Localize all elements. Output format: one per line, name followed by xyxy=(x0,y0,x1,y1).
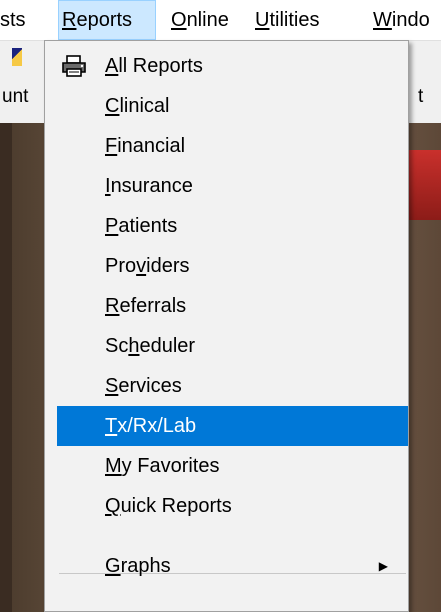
background-left-edge xyxy=(0,123,12,612)
label-pre: Pro xyxy=(105,255,137,277)
menu-item-label: Tx/Rx/Lab xyxy=(105,406,196,446)
menu-utilities-rest: tilities xyxy=(269,9,320,31)
menu-item-my-favorites[interactable]: My Favorites xyxy=(57,446,408,486)
label-rest: eferrals xyxy=(119,295,187,317)
menu-item-label: My Favorites xyxy=(105,446,219,486)
menu-online-accel: O xyxy=(171,9,187,31)
accel-key: S xyxy=(105,375,119,397)
label-rest: atients xyxy=(118,215,178,237)
menu-reports-accel: R xyxy=(62,9,77,31)
menu-item-label: Referrals xyxy=(105,286,186,326)
menu-item-financial[interactable]: Financial xyxy=(57,126,408,166)
label-rest: ervices xyxy=(118,375,182,397)
menu-item-services[interactable]: Services xyxy=(57,366,408,406)
menu-item-label: Insurance xyxy=(105,166,193,206)
menu-item-referrals[interactable]: Referrals xyxy=(57,286,408,326)
menu-utilities-accel: U xyxy=(255,9,270,31)
toolbar-tool-icon[interactable] xyxy=(12,48,22,66)
menu-item-insurance[interactable]: Insurance xyxy=(57,166,408,206)
label-rest: iders xyxy=(146,255,190,277)
menu-lists[interactable]: sts xyxy=(0,0,26,40)
menu-reports-rest: eports xyxy=(76,9,133,31)
label-pre: Sc xyxy=(105,335,129,357)
menu-item-quick-reports[interactable]: Quick Reports xyxy=(57,486,408,526)
label-rest: eduler xyxy=(139,335,196,357)
menu-item-label: Graphs xyxy=(105,546,171,586)
printer-icon xyxy=(62,55,86,77)
menu-item-providers[interactable]: Providers xyxy=(57,246,408,286)
menu-utilities[interactable]: Utilities xyxy=(255,0,319,40)
label-rest: raphs xyxy=(120,555,171,577)
menu-window[interactable]: Windo xyxy=(373,0,430,40)
label-rest: nsurance xyxy=(110,175,193,197)
accel-key: v xyxy=(136,255,147,277)
menu-window-accel: W xyxy=(373,9,392,31)
accel-key: P xyxy=(105,215,119,237)
screen: sts Reports Online Utilities Windo unt t xyxy=(0,0,441,612)
menu-item-label: Patients xyxy=(105,206,177,246)
menu-item-label: Quick Reports xyxy=(105,486,232,526)
menu-item-all-reports[interactable]: All Reports xyxy=(57,46,408,86)
menu-item-label: All Reports xyxy=(105,46,203,86)
menu-item-label: Financial xyxy=(105,126,185,166)
label-rest: inancial xyxy=(117,135,186,157)
label-rest: y Favorites xyxy=(121,455,220,477)
accel-key: M xyxy=(105,455,122,477)
accel-key: h xyxy=(128,335,140,357)
menu-item-label: Clinical xyxy=(105,86,169,126)
menu-item-tx-rx-lab[interactable]: Tx/Rx/Lab xyxy=(57,406,408,446)
menu-item-graphs[interactable]: Graphs ▶ xyxy=(57,546,408,586)
label-rest: ll Reports xyxy=(118,55,203,77)
accel-key: Q xyxy=(105,495,121,517)
menu-item-label: Scheduler xyxy=(105,326,195,366)
accel-key: R xyxy=(105,295,120,317)
label-rest: linical xyxy=(119,95,170,117)
menu-item-label: Services xyxy=(105,366,182,406)
toolbar-right-label[interactable]: t xyxy=(418,86,423,108)
background-red-sign xyxy=(408,150,441,220)
menu-online-rest: nline xyxy=(186,9,229,31)
menu-bar: sts Reports Online Utilities Windo xyxy=(0,0,441,41)
menu-online[interactable]: Online xyxy=(171,0,229,40)
accel-key: C xyxy=(105,95,120,117)
menu-item-scheduler[interactable]: Scheduler xyxy=(57,326,408,366)
accel-key: T xyxy=(105,415,118,437)
menu-item-clinical[interactable]: Clinical xyxy=(57,86,408,126)
submenu-arrow-icon: ▶ xyxy=(378,559,388,573)
accel-key: A xyxy=(105,55,119,77)
toolbar-account-label[interactable]: unt xyxy=(2,86,28,108)
accel-key: G xyxy=(105,555,121,577)
label-rest: uick Reports xyxy=(120,495,232,517)
menu-lists-label: sts xyxy=(0,9,26,31)
menu-item-label: Providers xyxy=(105,246,189,286)
menu-reports[interactable]: Reports xyxy=(58,0,156,40)
menu-item-patients[interactable]: Patients xyxy=(57,206,408,246)
label-rest: x/Rx/Lab xyxy=(117,415,197,437)
reports-dropdown-menu: All Reports Clinical Financial Insurance… xyxy=(44,40,409,612)
menu-window-rest: indo xyxy=(391,9,430,31)
accel-key: F xyxy=(105,135,118,157)
